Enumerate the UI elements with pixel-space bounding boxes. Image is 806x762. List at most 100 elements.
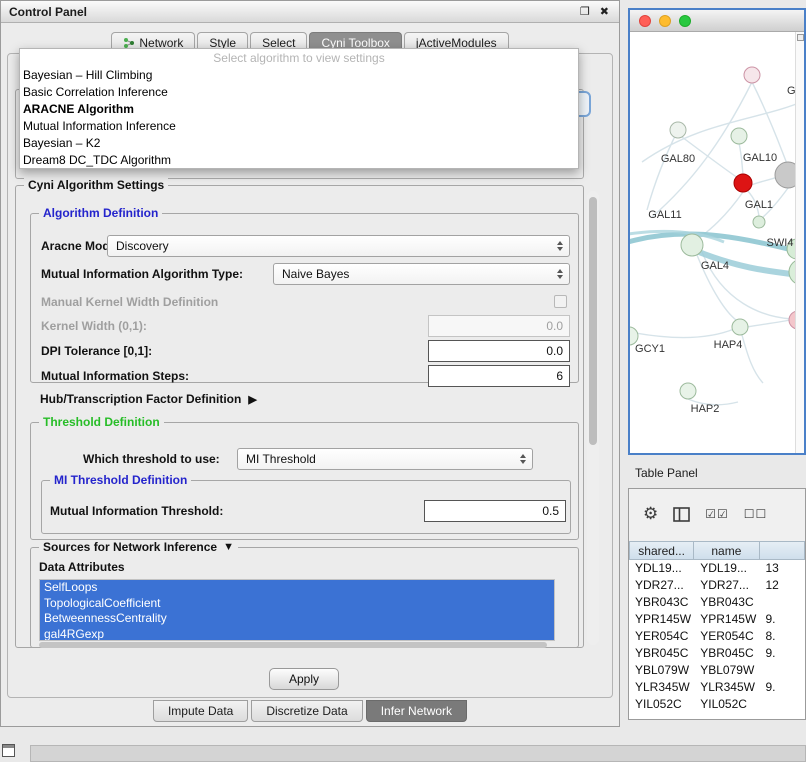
node-label: GCY1	[635, 343, 665, 355]
node-label: GAL80	[661, 153, 695, 165]
table-row[interactable]: YER054C YER054C 8.	[629, 628, 805, 645]
cell-name: YDL19...	[694, 560, 759, 577]
data-attributes-list[interactable]: SelfLoops TopologicalCoefficient Between…	[39, 579, 555, 641]
network-canvas[interactable]: GAL80 GAL10 GAL11 GAL1 SWI4 GAL4 GCY1 HA…	[630, 32, 806, 455]
network-view-window[interactable]: GAL80 GAL10 GAL11 GAL1 SWI4 GAL4 GCY1 HA…	[628, 8, 806, 455]
mi-type-select[interactable]: Naive Bayes	[273, 263, 570, 285]
algorithm-option[interactable]: Basic Correlation Inference	[20, 84, 578, 101]
apply-button[interactable]: Apply	[269, 668, 339, 690]
network-node[interactable]	[753, 216, 765, 228]
scrollbar-thumb[interactable]	[589, 197, 597, 445]
node-label: HAP4	[714, 339, 743, 351]
group-title: Threshold Definition	[39, 415, 164, 429]
settings-vertical-scrollbar[interactable]	[587, 191, 599, 645]
attribute-item-selected[interactable]: TopologicalCoefficient	[40, 596, 554, 612]
algorithm-definition-group: Algorithm Definition Aracne Mode: Discov…	[30, 213, 579, 383]
node-label: GAL10	[743, 152, 777, 164]
sources-title-wrap: Sources for Network Inference ▼	[39, 540, 238, 554]
network-scrollbar[interactable]	[795, 32, 804, 453]
column-header-shared-name[interactable]: shared...	[629, 541, 694, 560]
tab-impute-data[interactable]: Impute Data	[153, 700, 248, 722]
cell-name: YDR27...	[694, 577, 759, 594]
attribute-item-selected[interactable]: BetweennessCentrality	[40, 611, 554, 627]
mi-threshold-field[interactable]: 0.5	[424, 500, 566, 522]
select-all-columns-icon[interactable]: ☑☑	[705, 507, 729, 521]
column-header-clipped[interactable]	[760, 541, 805, 560]
tab-discretize-data[interactable]: Discretize Data	[251, 700, 362, 722]
table-row[interactable]: YBR045C YBR045C 9.	[629, 645, 805, 662]
cell-value	[760, 662, 806, 679]
attribute-item-selected[interactable]: SelfLoops	[40, 580, 554, 596]
network-node[interactable]	[732, 319, 748, 335]
node-label: GAL11	[648, 209, 681, 221]
data-attributes-label: Data Attributes	[39, 556, 125, 578]
cell-shared-name: YDL19...	[629, 560, 694, 577]
hub-definition-toggle[interactable]: Hub/Transcription Factor Definition ▶	[40, 392, 257, 406]
sources-title[interactable]: Sources for Network Inference	[43, 540, 217, 554]
scrollbar-button[interactable]	[797, 34, 804, 41]
aracne-mode-select[interactable]: Discovery	[107, 235, 570, 257]
mi-steps-field[interactable]: 6	[428, 365, 570, 387]
combo-arrows-icon	[557, 269, 563, 279]
network-window-titlebar[interactable]	[630, 10, 804, 32]
collapse-right-icon: ▶	[248, 393, 256, 406]
network-node[interactable]	[680, 383, 696, 399]
network-node[interactable]	[744, 67, 760, 83]
hub-definition-label: Hub/Transcription Factor Definition	[40, 392, 241, 406]
algorithm-option[interactable]: Bayesian – Hill Climbing	[20, 67, 578, 84]
network-node-red[interactable]	[734, 174, 752, 192]
control-panel-titlebar[interactable]: Control Panel ❐ ✖	[1, 1, 619, 23]
minimized-panel-icon[interactable]	[2, 744, 15, 757]
cell-value	[760, 594, 806, 611]
column-chooser-icon[interactable]	[673, 507, 690, 522]
network-node[interactable]	[731, 128, 747, 144]
manual-kernel-label: Manual Kernel Width Definition	[41, 291, 218, 313]
unselect-all-columns-icon[interactable]: ☐☐	[744, 507, 768, 521]
group-title: Cyni Algorithm Settings	[24, 178, 168, 192]
table-row[interactable]: YBR043C YBR043C	[629, 594, 805, 611]
zoom-traffic-light-icon[interactable]	[679, 15, 691, 27]
table-row[interactable]: YDL19... YDL19... 13	[629, 560, 805, 577]
node-label: GAL4	[701, 260, 729, 272]
manual-kernel-checkbox[interactable]	[554, 295, 567, 308]
close-traffic-light-icon[interactable]	[639, 15, 651, 27]
combo-value: Naive Bayes	[282, 267, 557, 281]
gear-icon[interactable]: ⚙	[643, 504, 658, 524]
algorithm-option[interactable]: Dream8 DC_TDC Algorithm	[20, 152, 578, 169]
horizontal-scrollbar-thumb[interactable]	[39, 642, 547, 648]
table-row[interactable]: YIL052C YIL052C	[629, 696, 805, 713]
kernel-width-label: Kernel Width (0,1):	[41, 315, 147, 337]
cell-shared-name: YER054C	[629, 628, 694, 645]
control-panel-window: Control Panel ❐ ✖ Network Style Select C…	[0, 0, 620, 727]
cell-name: YBR045C	[694, 645, 759, 662]
float-window-icon[interactable]: ❐	[580, 5, 590, 18]
dpi-tolerance-field[interactable]: 0.0	[428, 340, 570, 362]
cell-name: YER054C	[694, 628, 759, 645]
algorithm-option[interactable]: Bayesian – K2	[20, 135, 578, 152]
cell-shared-name: YBR045C	[629, 645, 694, 662]
network-node[interactable]	[670, 122, 686, 138]
kernel-width-field[interactable]: 0.0	[428, 315, 570, 337]
table-row[interactable]: YPR145W YPR145W 9.	[629, 611, 805, 628]
cell-shared-name: YIL052C	[629, 696, 694, 713]
minimize-traffic-light-icon[interactable]	[659, 15, 671, 27]
collapse-down-icon: ▼	[223, 541, 234, 553]
status-bar	[30, 745, 806, 762]
cell-value: 9.	[760, 645, 806, 662]
tab-infer-network[interactable]: Infer Network	[366, 700, 467, 722]
table-row[interactable]: YBL079W YBL079W	[629, 662, 805, 679]
cell-name: YPR145W	[694, 611, 759, 628]
algorithm-option[interactable]: Mutual Information Inference	[20, 118, 578, 135]
threshold-definition-group: Threshold Definition Which threshold to …	[30, 422, 579, 540]
which-threshold-select[interactable]: MI Threshold	[237, 448, 533, 470]
mi-type-label: Mutual Information Algorithm Type:	[41, 263, 243, 285]
algorithm-option-selected[interactable]: ARACNE Algorithm	[20, 101, 578, 118]
combo-arrows-icon	[520, 454, 526, 464]
attribute-item-selected[interactable]: gal4RGexp	[40, 627, 554, 642]
network-node-gal4[interactable]	[681, 234, 703, 256]
table-row[interactable]: YDR27... YDR27... 12	[629, 577, 805, 594]
close-icon[interactable]: ✖	[600, 5, 609, 18]
table-row[interactable]: YLR345W YLR345W 9.	[629, 679, 805, 696]
sources-group: Sources for Network Inference ▼ Data Att…	[30, 547, 579, 648]
column-header-name[interactable]: name	[694, 541, 759, 560]
